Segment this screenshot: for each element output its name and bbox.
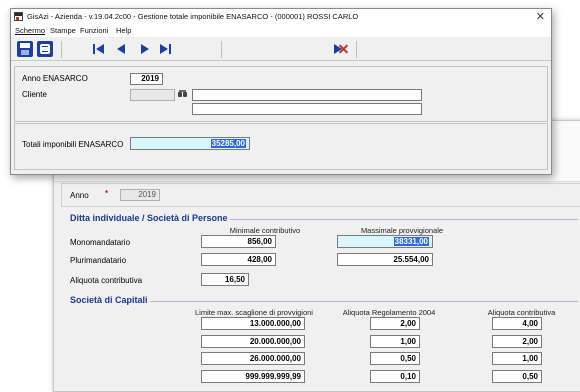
aliquota-field-1[interactable]: 4,00	[492, 317, 542, 330]
aliquota-field-4[interactable]: 0,50	[492, 370, 542, 383]
anno-enasarco-value: 2019	[141, 74, 159, 83]
toolbar	[11, 38, 551, 61]
app-icon	[14, 12, 23, 21]
last-record-icon[interactable]	[158, 41, 174, 57]
menu-stampe[interactable]: Stampe	[50, 26, 76, 35]
capitali-group-title: Società di Capitali	[68, 295, 150, 305]
toolbar-separator	[356, 41, 357, 58]
menu-help[interactable]: Help	[116, 26, 131, 35]
aliquota-field-2[interactable]: 2,00	[492, 335, 542, 348]
aliquota-contributiva-field[interactable]: 16,50	[201, 273, 249, 286]
aliquota-contributiva-label: Aliquota contributiva	[70, 276, 143, 285]
mono-minimale-field[interactable]: 856,00	[201, 235, 276, 248]
menu-schermo[interactable]: Schermo	[15, 26, 45, 35]
first-record-icon[interactable]	[91, 41, 107, 57]
col-regolamento-header: Aliquota Regolamento 2004	[342, 308, 436, 317]
next-record-icon[interactable]	[137, 41, 153, 57]
totali-imponibili-label: Totali imponibili ENASARCO	[22, 140, 124, 149]
cliente-label: Cliente	[22, 90, 47, 99]
pluri-massimale-field[interactable]: 25.554,00	[337, 253, 433, 266]
toolbar-separator	[61, 41, 62, 58]
cliente-name-input-2[interactable]	[192, 103, 422, 115]
delete-icon[interactable]	[333, 41, 349, 57]
search-panel: Anno ENASARCO 2019 Cliente	[14, 66, 548, 122]
menu-funzioni[interactable]: Funzioni	[80, 26, 108, 35]
close-icon[interactable]: ✕	[536, 10, 545, 23]
save-icon[interactable]	[17, 41, 33, 57]
exit-icon[interactable]	[37, 41, 53, 57]
menu-bar: Schermo Stampe Funzioni Help	[11, 25, 551, 37]
cliente-code-input[interactable]	[130, 89, 175, 101]
anno-enasarco-label: Anno ENASARCO	[22, 74, 88, 83]
regolamento-field-4[interactable]: 0,10	[370, 370, 420, 383]
mono-massimale-field[interactable]: 38331,00	[337, 235, 433, 248]
enasarco-dialog: GisAzi - Azienda - v.19.04.2c00 - Gestio…	[10, 8, 552, 175]
binoculars-icon[interactable]	[178, 89, 188, 98]
totals-panel: Totali imponibili ENASARCO 35285,00	[14, 123, 548, 170]
regolamento-field-1[interactable]: 2,00	[370, 317, 420, 330]
ditta-group-title: Ditta individuale / Società di Persone	[68, 213, 230, 223]
monomandatario-label: Monomandatario	[70, 238, 131, 247]
limite-field-3[interactable]: 26.000.000,00	[201, 352, 305, 365]
required-marker: *	[105, 189, 109, 198]
anno-label: Anno	[70, 191, 89, 200]
limite-field-2[interactable]: 20.000.000,00	[201, 335, 305, 348]
totali-imponibili-field[interactable]: 35285,00	[130, 137, 250, 150]
cliente-name-input[interactable]	[192, 89, 422, 101]
previous-record-icon[interactable]	[114, 41, 130, 57]
limite-field-4[interactable]: 999.999.999,99	[201, 370, 305, 383]
toolbar-separator	[221, 41, 222, 58]
col-minimale-header: Minimale contributivo	[229, 226, 301, 235]
title-bar: GisAzi - Azienda - v.19.04.2c00 - Gestio…	[11, 9, 551, 25]
anno-panel: Anno * 2019	[61, 183, 580, 207]
anno-enasarco-input[interactable]: 2019	[130, 73, 163, 85]
anno-input[interactable]: 2019	[120, 189, 160, 201]
anno-input-value: 2019	[138, 190, 156, 199]
aliquota-field-3[interactable]: 1,00	[492, 352, 542, 365]
pluri-minimale-field[interactable]: 428,00	[201, 253, 276, 266]
plurimandatario-label: Plurimandatario	[70, 256, 127, 265]
col-limite-header: Limite max. scaglione di provvigioni	[195, 308, 313, 317]
col-massimale-header: Massimale provvigionale	[360, 226, 444, 235]
window-title: GisAzi - Azienda - v.19.04.2c00 - Gestio…	[27, 12, 359, 21]
regolamento-field-3[interactable]: 0,50	[370, 352, 420, 365]
regolamento-field-2[interactable]: 1,00	[370, 335, 420, 348]
col-aliquota-header: Aliquota contributiva	[487, 308, 556, 317]
limite-field-1[interactable]: 13.000.000,00	[201, 317, 305, 330]
